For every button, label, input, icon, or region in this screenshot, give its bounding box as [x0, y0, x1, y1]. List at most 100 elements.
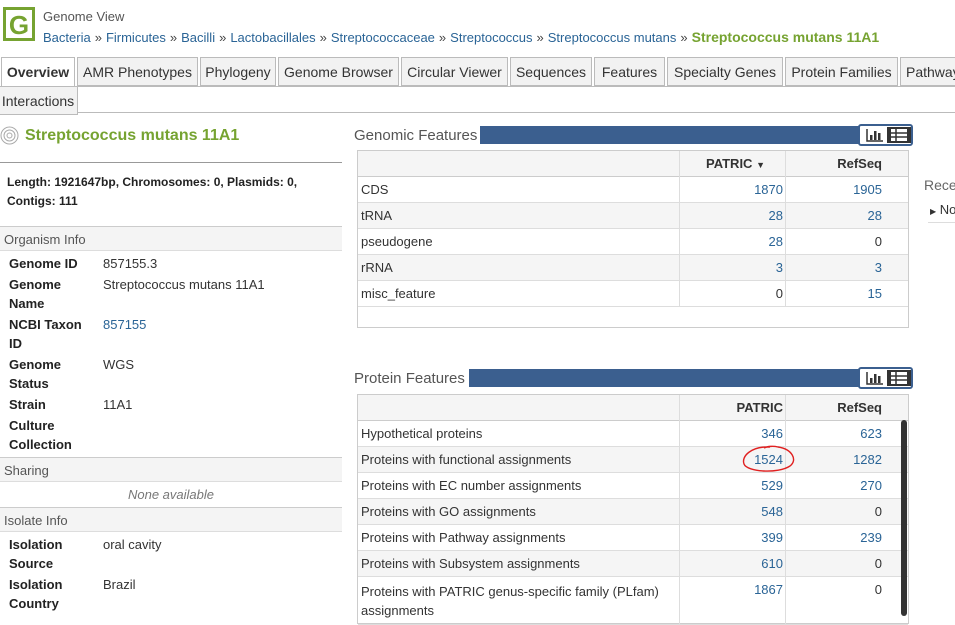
tab-overview[interactable]: Overview [1, 57, 75, 87]
row-label: rRNA [361, 260, 393, 275]
panel-title-bar [469, 369, 910, 387]
column-header-refseq[interactable]: RefSeq [788, 151, 882, 177]
scrollbar[interactable] [901, 420, 907, 616]
tab-pathways[interactable]: Pathways [900, 57, 955, 86]
view-toggle [858, 124, 913, 146]
row-label: Hypothetical proteins [361, 426, 483, 441]
isolation-source-label: Isolation Source [9, 537, 63, 571]
section-header-organism-info: Organism Info [0, 226, 342, 251]
row-label: Proteins with EC number assignments [361, 478, 582, 493]
patric-count-link[interactable]: 1870 [680, 177, 783, 203]
table-row: Proteins with EC number assignments 529 … [358, 473, 908, 499]
refseq-count: 0 [874, 234, 882, 249]
column-divider [785, 395, 786, 625]
breadcrumb-separator: » [680, 30, 688, 45]
tab-bar-divider [0, 86, 955, 87]
breadcrumb: Bacteria» Firmicutes» Bacilli» Lactobacilla… [43, 29, 879, 45]
patric-count: 0 [775, 286, 783, 301]
breadcrumb-separator: » [536, 30, 544, 45]
isolation-country-label: Isolation Country [9, 577, 63, 611]
breadcrumb-separator: » [319, 30, 327, 45]
isolation-source-value: oral cavity [103, 537, 162, 552]
patric-count-link[interactable]: 1867 [680, 577, 783, 603]
table-row: Proteins with GO assignments 548 0 [358, 499, 908, 525]
table-header-row: PATRIC RefSeq [358, 395, 908, 421]
column-header-patric[interactable]: PATRIC ▼ [680, 151, 765, 177]
breadcrumb-link-streptococcaceae[interactable]: Streptococcaceae [331, 30, 435, 45]
tab-circular-viewer[interactable]: Circular Viewer [401, 57, 508, 86]
breadcrumb-link-bacteria[interactable]: Bacteria [43, 30, 91, 45]
sort-desc-icon: ▼ [756, 160, 765, 170]
genomic-features-title: Genomic Features [354, 127, 478, 144]
genome-status-label: Genome Status [9, 357, 62, 391]
patric-count-link[interactable]: 529 [680, 473, 783, 499]
refseq-count-link[interactable]: 15 [788, 281, 882, 307]
taxon-id-link[interactable]: 857155 [103, 315, 146, 334]
patric-count-link[interactable]: 610 [680, 551, 783, 577]
row-label: misc_feature [361, 286, 436, 301]
recent-item[interactable]: ▶ No [930, 202, 955, 217]
refseq-count-link[interactable]: 1905 [788, 177, 882, 203]
recent-item-label: No [939, 202, 955, 217]
tab-phylogeny[interactable]: Phylogeny [200, 57, 276, 86]
logo-letter: G [9, 10, 29, 40]
view-toggle [858, 367, 913, 389]
refseq-count-link[interactable]: 1282 [788, 447, 882, 473]
taxon-id-label: NCBI Taxon ID [9, 317, 82, 351]
patric-count-link[interactable]: 399 [680, 525, 783, 551]
tab-bar: Overview AMR Phenotypes Phylogeny Genome… [0, 57, 955, 115]
breadcrumb-link-streptococcus[interactable]: Streptococcus [450, 30, 532, 45]
refseq-count: 0 [874, 582, 882, 597]
refseq-count: 0 [874, 556, 882, 571]
tab-features[interactable]: Features [594, 57, 665, 86]
protein-features-table: PATRIC RefSeq Hypothetical proteins 346 … [357, 394, 909, 625]
refseq-count-link[interactable]: 239 [788, 525, 882, 551]
column-header-refseq[interactable]: RefSeq [788, 395, 882, 421]
tab-specialty-genes[interactable]: Specialty Genes [667, 57, 783, 86]
annotation-circle-icon [742, 445, 795, 472]
breadcrumb-link-bacilli[interactable]: Bacilli [181, 30, 215, 45]
table-view-icon[interactable] [887, 127, 911, 143]
breadcrumb-separator: » [219, 30, 227, 45]
row-label: pseudogene [361, 234, 433, 249]
organism-icon [0, 126, 19, 145]
patric-count-link[interactable]: 548 [680, 499, 783, 525]
table-row: Proteins with Subsystem assignments 610 … [358, 551, 908, 577]
refseq-count-link[interactable]: 623 [788, 421, 882, 447]
refseq-count-link[interactable]: 28 [788, 203, 882, 229]
tab-protein-families[interactable]: Protein Families [785, 57, 898, 86]
genome-name-label: Genome Name [9, 277, 62, 311]
chart-view-icon[interactable] [862, 370, 886, 386]
breadcrumb-link-streptococcus-mutans[interactable]: Streptococcus mutans [548, 30, 677, 45]
genome-id-label: Genome ID [9, 256, 78, 271]
column-header-patric[interactable]: PATRIC [680, 395, 783, 421]
patric-count-link[interactable]: 28 [680, 203, 783, 229]
refseq-count-link[interactable]: 270 [788, 473, 882, 499]
tab-genome-browser[interactable]: Genome Browser [278, 57, 399, 86]
table-row: Proteins with PATRIC genus-specific fami… [358, 577, 908, 625]
patric-count-link[interactable]: 28 [680, 229, 783, 255]
tab-sequences[interactable]: Sequences [510, 57, 592, 86]
row-label: CDS [361, 182, 389, 197]
chart-view-icon[interactable] [862, 127, 886, 143]
table-view-icon[interactable] [887, 370, 911, 386]
tab-amr-phenotypes[interactable]: AMR Phenotypes [77, 57, 198, 86]
column-divider [679, 395, 680, 625]
table-row: rRNA 3 3 [358, 255, 908, 281]
recent-panel-title: Rece [924, 177, 955, 193]
breadcrumb-separator: » [94, 30, 102, 45]
tab-bar-divider [0, 112, 955, 113]
genome-name-value: Streptococcus mutans 11A1 [103, 277, 265, 292]
breadcrumb-link-lactobacillales[interactable]: Lactobacillales [230, 30, 315, 45]
row-label: Proteins with Subsystem assignments [361, 556, 580, 571]
patric-count-link[interactable]: 3 [680, 255, 783, 281]
breadcrumb-link-firmicutes[interactable]: Firmicutes [106, 30, 166, 45]
organism-summary: Length: 1921647bp, Chromosomes: 0, Plasm… [7, 175, 298, 208]
refseq-count-link[interactable]: 3 [788, 255, 882, 281]
organism-title: Streptococcus mutans 11A1 [25, 127, 240, 144]
page-title: Genome View [43, 9, 125, 24]
sharing-value: None available [127, 487, 214, 502]
tab-interactions[interactable]: Interactions [0, 86, 78, 115]
patric-logo-icon: G [3, 7, 35, 41]
caret-right-icon: ▶ [930, 207, 937, 216]
